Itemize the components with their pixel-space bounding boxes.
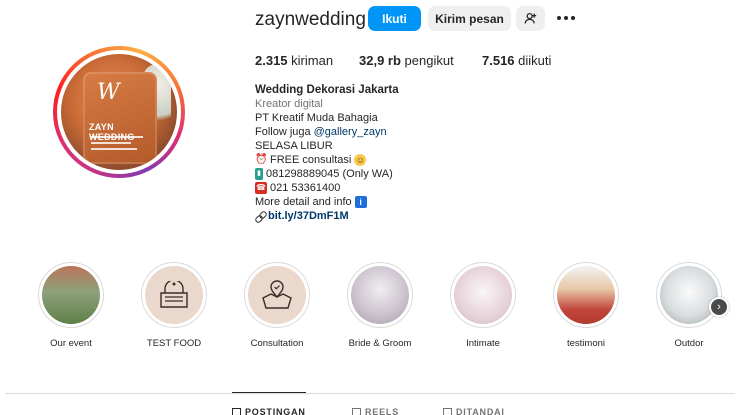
bio-consult-line: ⏰ FREE consultasi ☺	[255, 153, 399, 167]
map-pin-icon	[262, 280, 292, 309]
highlight-ring	[347, 262, 413, 328]
following-count[interactable]: 7.516 diikuti	[482, 53, 551, 68]
highlight-ring	[141, 262, 207, 328]
highlight-test-food[interactable]: TEST FOOD	[141, 262, 207, 349]
tabs-divider	[5, 393, 735, 394]
stat-label: kiriman	[291, 53, 334, 68]
chevron-right-icon: ›	[717, 301, 721, 313]
bio-phone-line: ☎ 021 53361400	[255, 181, 399, 195]
highlights-next-button[interactable]: ›	[709, 297, 729, 317]
follow-button[interactable]: Ikuti	[368, 6, 421, 31]
highlight-ring	[244, 262, 310, 328]
highlight-our-event[interactable]: Our event	[38, 262, 104, 349]
profile-bio: Wedding Dekorasi Jakarta Kreator digital…	[255, 83, 399, 223]
avatar-logo-text: W	[97, 80, 120, 105]
highlight-label: Our event	[50, 338, 92, 349]
highlight-label: Intimate	[466, 338, 500, 349]
tab-reels[interactable]: REELS	[352, 407, 399, 415]
tag-icon	[443, 407, 452, 415]
bio-consult-text: FREE consultasi	[270, 154, 352, 166]
suggest-user-button[interactable]	[516, 6, 545, 31]
bio-mention-link[interactable]: @gallery_zayn	[314, 125, 387, 139]
ellipsis-icon	[571, 16, 575, 20]
avatar-sign-line	[91, 136, 143, 138]
bio-wa-text: 081298889045 (Only WA)	[266, 168, 393, 180]
bio-follow-prefix: Follow juga	[255, 126, 311, 138]
avatar-frame: W ZAYN WEDDING	[57, 50, 181, 174]
bio-link-line[interactable]: bit.ly/37DmF1M	[255, 209, 399, 223]
highlight-ring	[553, 262, 619, 328]
tab-posts[interactable]: POSTINGAN	[232, 407, 306, 415]
avatar-image: W ZAYN WEDDING	[61, 54, 177, 170]
bio-company: PT Kreatif Muda Bahagia	[255, 112, 378, 124]
highlight-outdor[interactable]: Outdor	[656, 262, 722, 349]
info-icon: i	[354, 196, 367, 208]
avatar-signboard: W ZAYN WEDDING	[83, 72, 157, 164]
reels-icon	[352, 407, 361, 415]
highlight-thumbnail	[557, 266, 615, 324]
active-tab-indicator	[232, 392, 306, 393]
highlight-thumbnail	[42, 266, 100, 324]
stat-label: diikuti	[518, 53, 552, 68]
highlight-intimate[interactable]: Intimate	[450, 262, 516, 349]
bio-category: Kreator digital	[255, 98, 323, 110]
stat-value: 32,9 rb	[359, 53, 401, 68]
telephone-icon: ☎	[255, 182, 267, 194]
more-options-button[interactable]	[554, 8, 578, 28]
tab-label: REELS	[365, 407, 400, 415]
avatar-sign-line	[91, 148, 137, 150]
stat-value: 2.315	[255, 53, 288, 68]
tab-label: DITANDAI	[456, 407, 505, 415]
bio-follow-line: Follow juga @gallery_zayn	[255, 125, 399, 139]
person-add-icon	[524, 12, 537, 24]
bio-closed-day: SELASA LIBUR	[255, 140, 333, 152]
profile-username: zaynwedding	[255, 9, 366, 30]
bio-name: Wedding Dekorasi Jakarta	[255, 84, 399, 96]
highlight-thumbnail	[454, 266, 512, 324]
ellipsis-icon	[564, 16, 568, 20]
stat-label: pengikut	[404, 53, 454, 68]
highlight-ring	[450, 262, 516, 328]
highlight-thumbnail	[248, 266, 306, 324]
highlight-thumbnail	[145, 266, 203, 324]
highlight-ring	[656, 262, 722, 328]
avatar-sign-line	[91, 142, 131, 144]
grid-icon	[232, 407, 241, 415]
posts-count: 2.315 kiriman	[255, 53, 333, 68]
bio-external-link[interactable]: bit.ly/37DmF1M	[268, 209, 349, 223]
profile-avatar[interactable]: W ZAYN WEDDING	[53, 46, 185, 178]
highlight-testimoni[interactable]: testimoni	[553, 262, 619, 349]
bio-phone-text: 021 53361400	[270, 182, 341, 194]
highlight-consultation[interactable]: Consultation	[244, 262, 310, 349]
food-tray-icon	[160, 281, 188, 308]
highlight-label: TEST FOOD	[146, 338, 202, 349]
link-icon	[255, 211, 265, 221]
bio-info-text: More detail and info	[255, 196, 352, 208]
tab-tagged[interactable]: DITANDAI	[443, 407, 505, 415]
alarm-clock-icon: ⏰	[255, 154, 268, 165]
highlight-thumbnail	[351, 266, 409, 324]
avatar-sign-text: ZAYN WEDDING	[89, 122, 134, 142]
highlight-label: testimoni	[566, 338, 606, 349]
followers-count[interactable]: 32,9 rb pengikut	[359, 53, 454, 68]
stat-value: 7.516	[482, 53, 515, 68]
highlight-label: Consultation	[250, 338, 304, 349]
message-button[interactable]: Kirim pesan	[428, 6, 511, 31]
bio-info-line: More detail and info i	[255, 195, 399, 209]
highlight-thumbnail	[660, 266, 718, 324]
highlight-ring	[38, 262, 104, 328]
mobile-phone-icon: ▮	[255, 168, 263, 180]
tab-label: POSTINGAN	[245, 407, 306, 415]
ellipsis-icon	[557, 16, 561, 20]
bio-wa-line: ▮ 081298889045 (Only WA)	[255, 167, 399, 181]
highlight-label: Bride & Groom	[348, 338, 412, 349]
smiley-emoji-icon: ☺	[354, 154, 367, 166]
highlight-label: Outdor	[674, 338, 704, 349]
highlight-bride-groom[interactable]: Bride & Groom	[347, 262, 413, 349]
